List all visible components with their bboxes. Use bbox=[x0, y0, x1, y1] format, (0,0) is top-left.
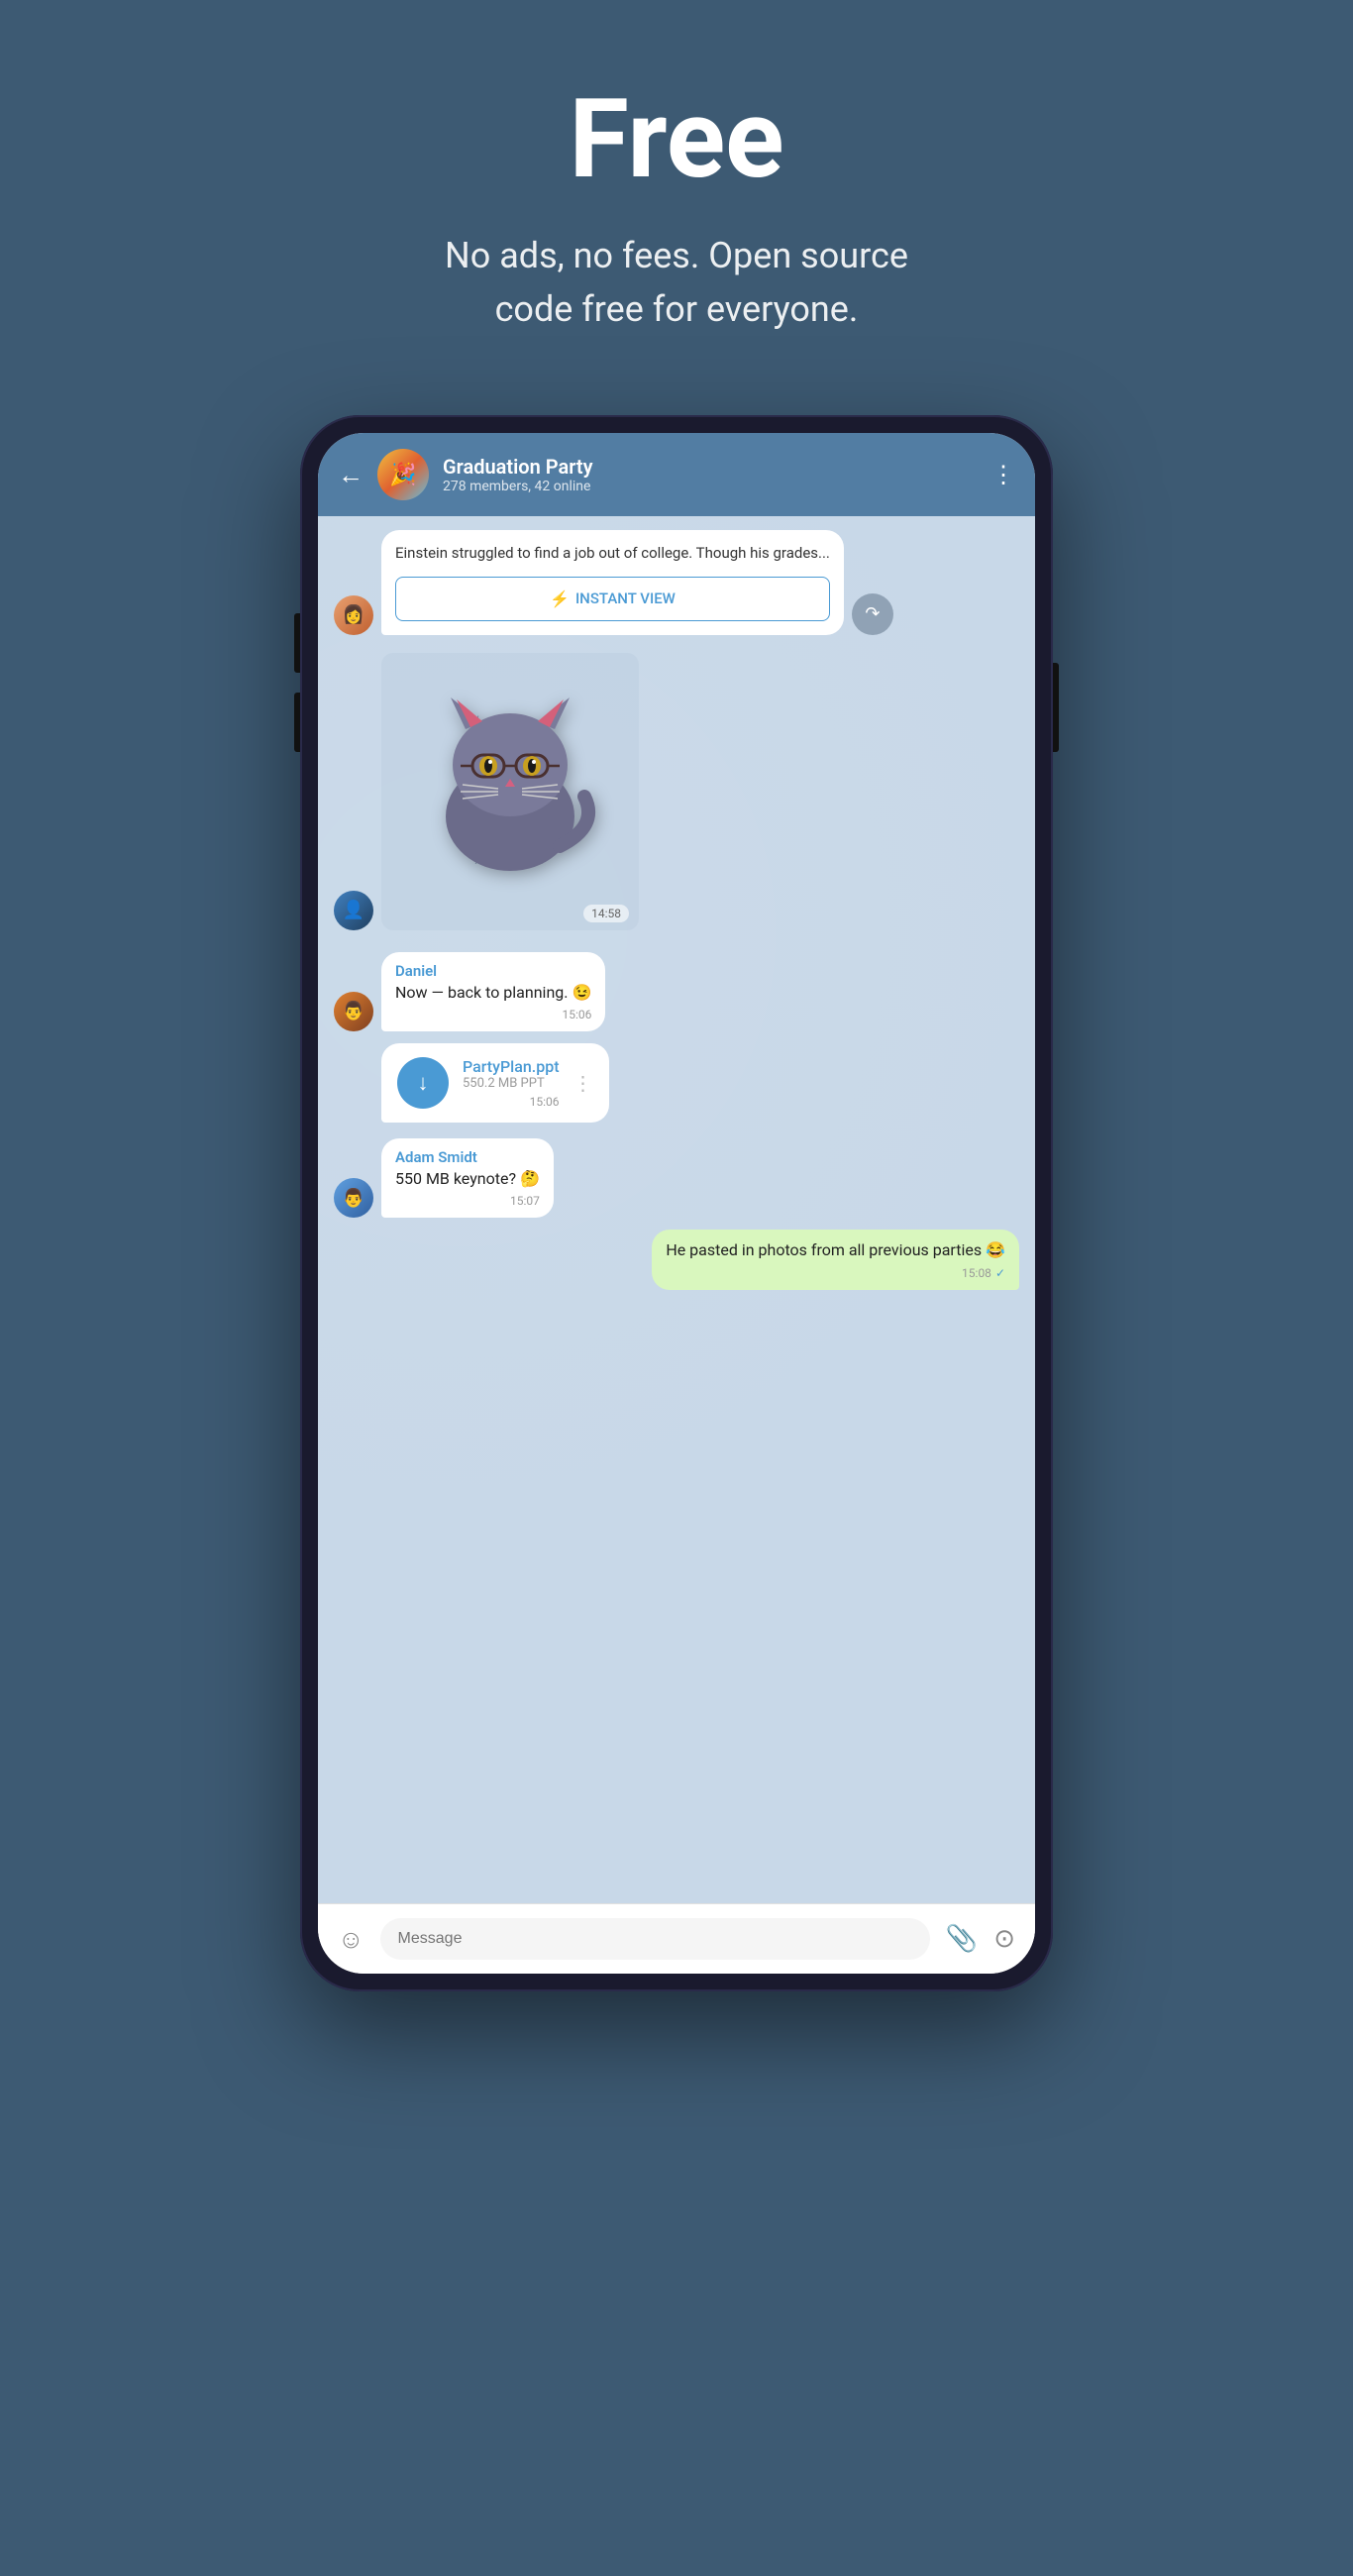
file-time: 15:06 bbox=[463, 1095, 560, 1109]
back-button[interactable]: ← bbox=[338, 460, 364, 490]
side-button-power bbox=[1053, 663, 1059, 752]
table-row: He pasted in photos from all previous pa… bbox=[334, 1230, 1019, 1289]
group-avatar: 🎉 bbox=[377, 449, 429, 500]
group-info: Graduation Party 278 members, 42 online bbox=[443, 455, 978, 494]
message-sender: Adam Smidt bbox=[395, 1148, 540, 1166]
check-icon: ✓ bbox=[995, 1266, 1005, 1280]
chat-header: ← 🎉 Graduation Party 278 members, 42 onl… bbox=[318, 433, 1035, 516]
hero-title: Free bbox=[445, 79, 908, 199]
file-bubble: ↓ PartyPlan.ppt 550.2 MB PPT 15:06 ⋮ bbox=[381, 1043, 609, 1123]
phone-mockup: ← 🎉 Graduation Party 278 members, 42 onl… bbox=[300, 415, 1053, 1991]
more-options-button[interactable]: ⋮ bbox=[991, 461, 1015, 488]
table-row: 👨 Adam Smidt 550 MB keynote? 🤔 15:07 bbox=[334, 1138, 1019, 1218]
table-row: 👩 Einstein struggled to find a job out o… bbox=[334, 530, 1019, 635]
sticker-image: l = πr² A = πr² V = l³ P = 2πr A = πr³ s… bbox=[381, 653, 639, 930]
phone-outer: ← 🎉 Graduation Party 278 members, 42 onl… bbox=[300, 415, 1053, 1991]
sticker-time: 14:58 bbox=[583, 905, 629, 922]
lightning-icon: ⚡ bbox=[550, 590, 570, 608]
own-message-bubble: He pasted in photos from all previous pa… bbox=[652, 1230, 1019, 1289]
sticker-message: 👤 l = πr² A = πr² V = l³ P = 2πr A = πr³… bbox=[334, 653, 1019, 930]
instant-view-label: INSTANT VIEW bbox=[575, 590, 676, 607]
table-row: 👨 Daniel Now — back to planning. 😉 15:06 bbox=[334, 952, 1019, 1031]
emoji-button[interactable]: ☺ bbox=[338, 1924, 364, 1955]
message-text: Now — back to planning. 😉 bbox=[395, 982, 591, 1004]
message-text: He pasted in photos from all previous pa… bbox=[666, 1239, 1005, 1261]
file-name: PartyPlan.ppt bbox=[463, 1057, 560, 1076]
file-info: PartyPlan.ppt 550.2 MB PPT 15:06 bbox=[463, 1057, 560, 1109]
message-sender: Daniel bbox=[395, 962, 591, 980]
hero-section: Free No ads, no fees. Open sourcecode fr… bbox=[247, 0, 1106, 395]
share-button[interactable]: ↷ bbox=[852, 593, 893, 635]
camera-button[interactable]: ⊙ bbox=[993, 1924, 1015, 1954]
link-preview-text: Einstein struggled to find a job out of … bbox=[395, 542, 830, 565]
hero-subtitle: No ads, no fees. Open sourcecode free fo… bbox=[445, 229, 908, 336]
message-bubble: Adam Smidt 550 MB keynote? 🤔 15:07 bbox=[381, 1138, 554, 1218]
file-size: 550.2 MB PPT bbox=[463, 1076, 560, 1091]
chat-body: 👩 Einstein struggled to find a job out o… bbox=[318, 516, 1035, 1903]
download-button[interactable]: ↓ bbox=[397, 1057, 449, 1109]
group-name: Graduation Party bbox=[443, 455, 978, 479]
side-button-vol-down bbox=[294, 693, 300, 752]
attach-button[interactable]: 📎 bbox=[946, 1924, 978, 1954]
avatar: 👤 bbox=[334, 891, 373, 930]
file-menu-button[interactable]: ⋮ bbox=[573, 1071, 593, 1095]
message-input[interactable] bbox=[380, 1918, 930, 1960]
message-time: 15:08 ✓ bbox=[666, 1266, 1005, 1280]
table-row: ↓ PartyPlan.ppt 550.2 MB PPT 15:06 ⋮ bbox=[334, 1043, 1019, 1123]
link-preview-bubble: Einstein struggled to find a job out of … bbox=[381, 530, 844, 635]
time-label: 15:08 bbox=[962, 1266, 991, 1280]
side-button-vol-up bbox=[294, 613, 300, 673]
message-text: 550 MB keynote? 🤔 bbox=[395, 1168, 540, 1190]
message-time: 15:06 bbox=[395, 1008, 591, 1021]
message-time: 15:07 bbox=[395, 1194, 540, 1208]
chat-input-bar: ☺ 📎 ⊙ bbox=[318, 1903, 1035, 1974]
group-meta: 278 members, 42 online bbox=[443, 479, 978, 494]
avatar: 👩 bbox=[334, 595, 373, 635]
instant-view-button[interactable]: ⚡ INSTANT VIEW bbox=[395, 577, 830, 621]
phone-screen: ← 🎉 Graduation Party 278 members, 42 onl… bbox=[318, 433, 1035, 1974]
avatar: 👨 bbox=[334, 992, 373, 1031]
avatar: 👨 bbox=[334, 1178, 373, 1218]
cat-sticker bbox=[421, 678, 599, 906]
message-bubble: Daniel Now — back to planning. 😉 15:06 bbox=[381, 952, 605, 1031]
